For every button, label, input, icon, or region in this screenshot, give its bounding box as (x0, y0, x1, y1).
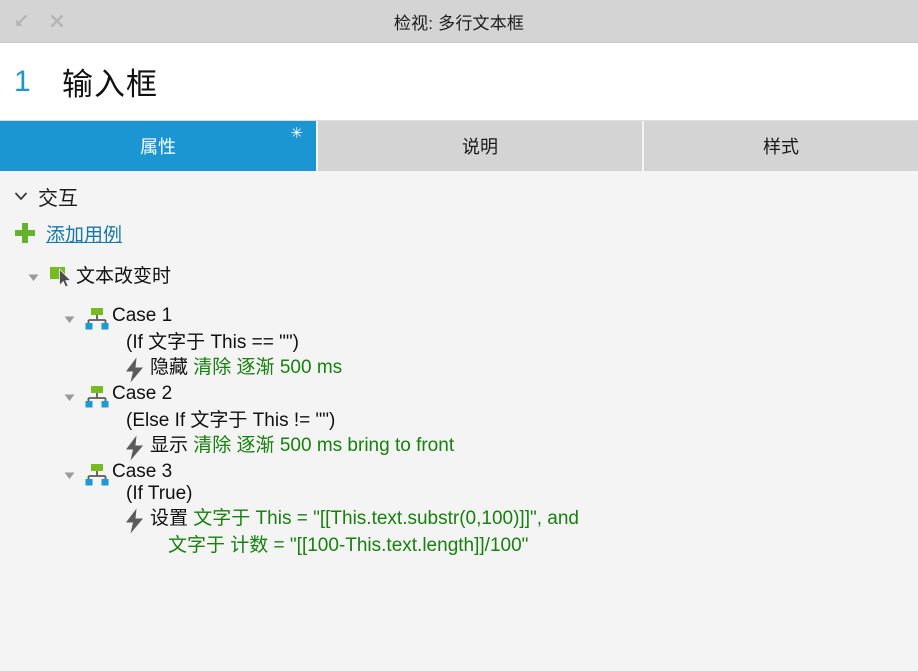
widget-name[interactable]: 输入框 (62, 59, 158, 104)
case-title: Case 3 (112, 461, 173, 482)
triangle-down-icon[interactable] (20, 263, 46, 285)
action-description: 设置 文字于 This = "[[This.text.substr(0,100)… (150, 505, 579, 559)
action-detail: 清除 逐渐 500 ms bring to front (193, 435, 455, 456)
window-title: 检视: 多行文本框 (393, 13, 525, 33)
properties-panel: 交互 添加用例 文本改变时 Case 1 (If 文字于 This == "")… (0, 171, 918, 671)
case-row[interactable]: Case 2 (Else If 文字于 This != "") (0, 383, 918, 432)
action-line-1: 设置 文字于 This = "[[This.text.substr(0,100)… (150, 505, 579, 532)
case-row[interactable]: Case 3 (If True) (0, 461, 918, 505)
case-condition: (Else If 文字于 This != "") (126, 410, 336, 431)
action-verb: 设置 (150, 508, 194, 529)
case-branch-icon (82, 305, 112, 330)
triangle-down-icon[interactable] (56, 461, 82, 483)
event-row[interactable]: 文本改变时 (0, 263, 918, 305)
title-bar-buttons (0, 10, 68, 32)
case-content: Case 2 (Else If 文字于 This != "") (112, 383, 335, 432)
case-title: Case 2 (112, 383, 173, 404)
close-icon[interactable] (46, 10, 68, 32)
action-verb: 显示 (150, 435, 194, 456)
case-content: Case 3 (If True) (112, 461, 193, 505)
case-title: Case 1 (112, 305, 173, 326)
interaction-tree: 文本改变时 Case 1 (If 文字于 This == "") 隐藏 清除 逐… (0, 263, 918, 559)
plus-icon[interactable] (14, 222, 36, 244)
case-condition: (If True) (126, 483, 193, 504)
action-description: 隐藏 清除 逐渐 500 ms (150, 354, 342, 381)
triangle-down-icon[interactable] (56, 383, 82, 405)
title-bar: 检视: 多行文本框 (0, 0, 918, 43)
case-condition: (If 文字于 This == "") (126, 332, 299, 353)
lightning-bolt-icon (120, 432, 150, 461)
section-interactions[interactable]: 交互 (0, 179, 918, 213)
case-branch-icon (82, 383, 112, 408)
action-description: 显示 清除 逐渐 500 ms bring to front (150, 432, 454, 459)
tab-properties[interactable]: 属性 ✳ (0, 121, 316, 171)
lightning-bolt-icon (120, 354, 150, 383)
widget-header: 1 输入框 (0, 43, 918, 121)
collapse-icon[interactable] (10, 10, 32, 32)
tab-notes[interactable]: 说明 (316, 121, 642, 171)
case-branch-icon (82, 461, 112, 486)
triangle-down-icon[interactable] (56, 305, 82, 327)
chevron-down-icon[interactable] (10, 188, 32, 204)
tab-style[interactable]: 样式 (642, 121, 918, 171)
section-interactions-title: 交互 (38, 187, 78, 210)
lightning-bolt-icon (120, 505, 150, 534)
tab-bar: 属性 ✳ 说明 样式 (0, 121, 918, 171)
add-case-row[interactable]: 添加用例 (0, 213, 918, 253)
widget-index: 1 (14, 64, 31, 98)
case-row[interactable]: Case 1 (If 文字于 This == "") (0, 305, 918, 354)
action-row[interactable]: 显示 清除 逐渐 500 ms bring to front (0, 432, 918, 461)
action-detail: 文字于 This = "[[This.text.substr(0,100)]]"… (193, 508, 579, 529)
tab-properties-modified-badge: ✳ (290, 125, 303, 142)
action-row[interactable]: 隐藏 清除 逐渐 500 ms (0, 354, 918, 383)
add-case-link[interactable]: 添加用例 (46, 220, 122, 247)
tab-notes-label: 说明 (462, 137, 498, 157)
event-label: 文本改变时 (76, 266, 172, 287)
action-detail: 清除 逐渐 500 ms (193, 357, 343, 378)
case-content: Case 1 (If 文字于 This == "") (112, 305, 299, 354)
action-row[interactable]: 设置 文字于 This = "[[This.text.substr(0,100)… (0, 505, 918, 559)
action-line-2: 文字于 计数 = "[[100-This.text.length]]/100" (168, 535, 529, 556)
tab-style-label: 样式 (763, 137, 799, 157)
tab-properties-label: 属性 (140, 137, 176, 157)
action-verb: 隐藏 (150, 357, 194, 378)
mouse-cursor-icon (46, 263, 76, 290)
